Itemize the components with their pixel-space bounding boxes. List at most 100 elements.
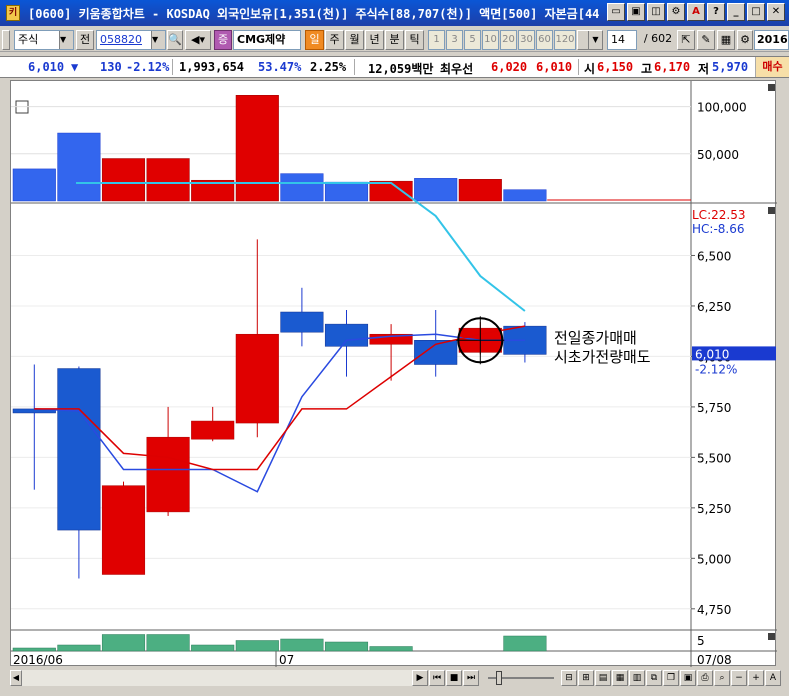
market-type-select[interactable]: 주식 ▼ [14,30,74,50]
down-arrow-icon: ▼ [71,60,79,74]
indicator-bar [57,644,101,652]
toolbar-grip [2,30,10,50]
search-icon[interactable]: 🔍 [167,30,183,50]
price-axis-label: 5,000 [697,552,731,566]
minute-option-5[interactable]: 5 [464,30,481,50]
indicator-bar [235,640,279,652]
scroll-left-icon[interactable]: ◀ [10,670,22,686]
split-icon[interactable]: ⊞ [578,670,594,686]
bars-icon[interactable]: ▥ [629,670,645,686]
volume-bar [503,189,547,202]
cyan-indicator-line [76,182,526,312]
text-size-icon[interactable]: A [765,670,781,686]
volume-bar [324,181,369,202]
minute-custom-select[interactable]: ▼ [577,30,603,50]
divider [354,59,355,75]
price-change: 130 [100,60,122,74]
rewind-icon[interactable]: ⏮ [429,670,445,686]
compare-icon[interactable]: ⧉ [646,670,662,686]
app-icon: 키 [6,5,20,21]
minute-option-3[interactable]: 3 [446,30,463,50]
close-icon[interactable]: ✕ [767,3,785,21]
zoom-in-icon[interactable]: + [748,670,764,686]
save-icon[interactable]: ▣ [680,670,696,686]
candle-body [57,368,101,531]
maximize-icon[interactable]: □ [747,3,765,21]
candle-body [280,311,324,333]
order-tab[interactable]: 매수 [755,57,789,77]
indicator-bar [191,644,235,652]
layout-icon[interactable]: ⊟ [561,670,577,686]
tab-period-year[interactable]: 년 [365,30,384,50]
draw-tool-icon[interactable]: ✎ [697,30,715,50]
play-icon[interactable]: ▶ [412,670,428,686]
hc-label: HC:-8.66 [692,222,745,236]
x-axis-label: 07/08 [697,653,732,667]
turnover-pct: 2.25% [310,60,347,74]
date-field[interactable]: 2016 [754,30,789,50]
zoom-slider-thumb[interactable] [496,671,502,685]
indicator-bar [101,634,146,652]
price-axis-label: 5,750 [697,401,731,415]
minute-option-1[interactable]: 1 [428,30,445,50]
indicator-tool-icon[interactable]: ▦ [717,30,735,50]
panel-icon[interactable]: ▤ [595,670,611,686]
zoom-tool-icon[interactable]: ⇱ [677,30,695,50]
candle-body [235,333,279,424]
zoom-out-icon[interactable]: − [731,670,747,686]
stop-icon[interactable]: ■ [446,670,462,686]
split-window-icon[interactable]: ◫ [647,3,665,21]
indicator-bar [280,638,324,652]
volume-pct: 53.47% [258,60,302,74]
chart-area[interactable]: 100,00050,0006,5006,2506,0005,7505,5005,… [10,80,777,667]
prefix-label[interactable]: 전 [76,30,94,50]
candle-body [101,485,146,575]
scroll-track[interactable] [22,670,412,686]
minimize-icon[interactable]: _ [727,3,745,21]
forward-icon[interactable]: ⏭ [463,670,479,686]
best-bid: 6,010 [536,60,573,74]
best-ask: 6,020 [491,60,528,74]
chart-settings-icon[interactable]: ⚙ [667,3,685,21]
grid-icon[interactable]: ▦ [612,670,628,686]
chevron-down-icon: ▼ [151,31,165,49]
window-title: [0600] 키움종합차트 - KOSDAQ 외국인보유[1,351(천)] 주… [28,7,600,21]
tab-period-month[interactable]: 월 [345,30,364,50]
settings-gear-icon[interactable]: ⚙ [737,30,753,50]
restore-window-icon[interactable]: ▭ [607,3,625,21]
panel-close-icon [768,84,775,91]
minute-option-60[interactable]: 60 [536,30,553,50]
minute-option-10[interactable]: 10 [482,30,499,50]
stock-code-input[interactable]: 058820 ▼ [96,30,166,50]
minute-option-120[interactable]: 120 [554,30,576,50]
tile-window-icon[interactable]: ▣ [627,3,645,21]
count-input[interactable]: 14 [607,30,637,50]
badge-jeung: 증 [214,30,232,50]
volume-bar [146,158,190,202]
price-axis-label: 5,250 [697,502,731,516]
open-price: 6,150 [597,60,634,74]
tab-period-minute[interactable]: 분 [385,30,404,50]
print-icon[interactable]: ⎙ [697,670,713,686]
volume-axis-label: 50,000 [697,148,739,162]
tab-period-tick[interactable]: 틱 [405,30,424,50]
volume-bar [235,95,279,202]
minute-option-20[interactable]: 20 [500,30,517,50]
minute-option-30[interactable]: 30 [518,30,535,50]
count-total: / 602 [643,32,673,45]
low-price: 5,970 [712,60,749,74]
high-price: 6,170 [654,60,691,74]
volume-bar [280,173,324,202]
speaker-icon[interactable]: ◀▾ [185,30,211,50]
magnifier-icon[interactable]: ⌕ [714,670,730,686]
tab-period-day[interactable]: 일 [305,30,324,50]
help-icon[interactable]: ? [707,3,725,21]
divider [172,59,173,75]
price-info-bar: 6,010 ▼ 130 -2.12% 1,993,654 53.47% 2.25… [0,56,789,78]
current-price: 6,010 [28,60,65,74]
copy-icon[interactable]: ❐ [663,670,679,686]
indicator-bar [503,635,547,652]
font-icon[interactable]: A [687,3,705,21]
tab-period-week[interactable]: 주 [325,30,344,50]
indicator-axis-label: 5 [697,634,705,648]
